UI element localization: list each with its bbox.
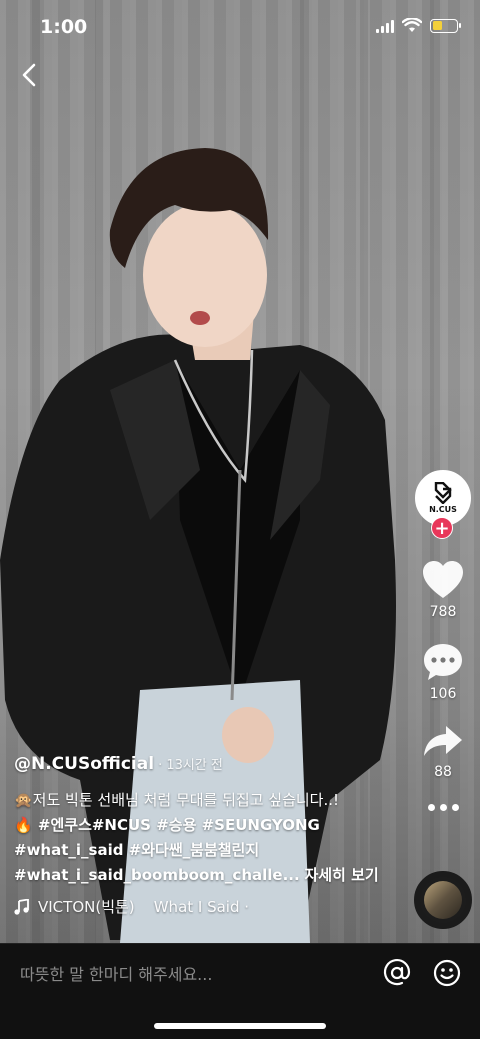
heart-icon: [423, 561, 463, 598]
ncus-logo-icon: [434, 482, 452, 504]
status-icons: [376, 18, 461, 33]
comment-bar: 따뜻한 말 한마디 해주세요...: [0, 943, 480, 1001]
share-button[interactable]: 88: [422, 724, 464, 780]
battery-icon: [430, 18, 461, 33]
chevron-left-icon: [22, 63, 36, 87]
caption-line-1: 🙊저도 빅톤 선배님 처럼 무대를 뒤집고 싶습니다..!: [14, 791, 340, 809]
status-bar: 1:00: [0, 0, 480, 56]
wifi-icon: [402, 18, 422, 32]
share-arrow-icon: [424, 726, 462, 756]
caption-text: 🙊저도 빅톤 선배님 처럼 무대를 뒤집고 싶습니다..! 🔥 #엔쿠스#NCU…: [14, 788, 404, 888]
more-options-button[interactable]: [427, 804, 459, 811]
battery-level: [432, 21, 442, 30]
bottom-area: [0, 1001, 480, 1039]
album-cover-image: [424, 881, 462, 919]
caption-line-3[interactable]: #what_i_said #와다쌘_붐붐챌린지: [14, 838, 404, 863]
plus-icon: +: [434, 518, 450, 539]
caption-line-4[interactable]: #what_i_said_boomboom_challe...: [14, 866, 300, 884]
comment-count: 106: [429, 686, 457, 702]
music-disc-button[interactable]: [414, 871, 472, 929]
cellular-signal-icon: [376, 19, 394, 33]
video-caption: @N.CUSofficial · 13시간 전 🙊저도 빅톤 선배님 처럼 무대를…: [14, 754, 404, 917]
caption-line-2[interactable]: 🔥 #엔쿠스#NCUS #승용 #SEUNGYONG: [14, 813, 404, 838]
comment-input[interactable]: 따뜻한 말 한마디 해주세요...: [20, 961, 212, 985]
comment-bubble-icon: [424, 644, 462, 680]
status-time: 1:00: [40, 16, 88, 38]
mention-at-icon[interactable]: [382, 958, 412, 988]
sound-title: VICTON(빅톤) What I Said ·: [38, 898, 250, 916]
comment-button[interactable]: 106: [422, 642, 464, 702]
share-count: 88: [434, 764, 452, 780]
sound-row[interactable]: VICTON(빅톤) What I Said ·: [14, 896, 404, 917]
avatar-label: N.CUS: [429, 505, 457, 514]
music-note-icon: [14, 898, 29, 915]
post-time: · 13시간 전: [158, 758, 223, 773]
creator-avatar-button[interactable]: N.CUS +: [414, 470, 472, 539]
action-rail: N.CUS + 788 106 88: [414, 470, 472, 811]
home-indicator[interactable]: [154, 1023, 326, 1029]
back-button[interactable]: [14, 60, 44, 90]
see-more-link[interactable]: 자세히 보기: [304, 866, 378, 884]
ellipsis-icon: [427, 804, 435, 811]
like-button[interactable]: 788: [421, 560, 465, 620]
creator-username[interactable]: @N.CUSofficial: [14, 754, 154, 774]
follow-button[interactable]: +: [431, 517, 453, 539]
like-count: 788: [429, 604, 457, 620]
emoji-icon[interactable]: [432, 958, 462, 988]
